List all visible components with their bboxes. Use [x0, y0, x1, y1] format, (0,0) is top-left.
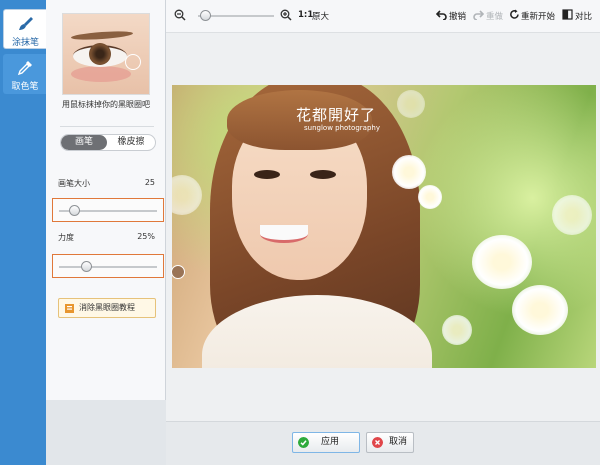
book-icon	[65, 304, 74, 313]
brush-cursor	[171, 265, 185, 279]
undo-icon[interactable]	[436, 9, 447, 20]
photo-smile	[260, 225, 308, 243]
close-icon	[372, 437, 383, 448]
tool-color-picker-label: 取色笔	[11, 82, 39, 92]
strength-slider-handle[interactable]	[80, 261, 92, 272]
zoom-slider-handle[interactable]	[200, 10, 211, 21]
tool-color-picker[interactable]: 取色笔	[3, 54, 47, 94]
redo-button[interactable]: 重做	[486, 10, 503, 22]
photo-left-eye	[254, 170, 280, 179]
preview-brush-cursor	[125, 54, 141, 70]
restart-button[interactable]: 重新开始	[521, 10, 555, 22]
eye-preview-image	[62, 13, 150, 95]
tool-smudge-brush-label: 涂抹笔	[11, 38, 39, 48]
flower	[397, 90, 425, 118]
tool-smudge-brush[interactable]: 涂抹笔	[3, 9, 47, 49]
brush-size-value: 25	[144, 178, 155, 187]
flower	[552, 195, 592, 235]
preview-dark-circle	[71, 66, 131, 82]
zoom-in-icon[interactable]	[280, 9, 292, 21]
brush-size-slider-handle[interactable]	[69, 205, 81, 216]
eyedropper-icon	[17, 61, 32, 76]
flower	[442, 315, 472, 345]
tutorial-button[interactable]: 消除黑眼圈教程	[58, 298, 156, 318]
brush-size-label: 画笔大小	[58, 179, 90, 188]
apply-button-label: 应用	[321, 437, 340, 447]
brush-icon	[18, 17, 33, 30]
cancel-button-label: 取消	[389, 437, 408, 447]
apply-button[interactable]: 应用	[292, 432, 360, 453]
actual-size-button[interactable]: 原大	[312, 10, 329, 22]
check-icon	[298, 437, 309, 448]
strength-label: 力度	[58, 233, 74, 242]
photo-watermark: 花都開好了	[296, 106, 377, 124]
brush-size-slider-box	[52, 198, 164, 222]
actual-size-prefix[interactable]: 1:1	[298, 10, 313, 20]
tutorial-button-label: 消除黑眼圈教程	[79, 303, 135, 312]
mode-eraser-button[interactable]: 橡皮擦	[107, 135, 155, 150]
zoom-out-icon[interactable]	[174, 9, 186, 21]
preview-iris	[89, 43, 111, 65]
preview-eyebrow	[70, 29, 134, 42]
flower	[418, 185, 442, 209]
flower	[512, 285, 568, 335]
mode-toggle: 画笔 橡皮擦	[60, 134, 156, 151]
flower	[392, 155, 426, 189]
flower	[472, 235, 532, 289]
photo-watermark-sub: sunglow photography	[304, 124, 380, 132]
compare-button[interactable]: 对比	[575, 10, 592, 22]
mode-brush-button[interactable]: 画笔	[61, 135, 107, 150]
undo-button[interactable]: 撤销	[449, 10, 466, 22]
strength-value: 25%	[137, 232, 155, 241]
options-panel: 用鼠标抹掉你的黑眼圈吧 画笔 橡皮擦 画笔大小 25 力度 25% 消除黑眼圈教…	[46, 0, 166, 465]
panel-footer-strip	[46, 400, 166, 465]
strength-slider-box	[52, 254, 164, 278]
restart-icon[interactable]	[509, 9, 520, 20]
strength-track[interactable]	[59, 266, 157, 268]
panel-divider	[60, 126, 154, 127]
top-toolbar: 1:1 原大 撤销 重做 重新开始 对比	[166, 0, 600, 33]
redo-icon[interactable]	[473, 9, 484, 20]
photo-canvas[interactable]	[172, 85, 596, 368]
compare-icon[interactable]	[562, 9, 573, 20]
cancel-button[interactable]: 取消	[366, 432, 414, 453]
photo-right-eye	[310, 170, 336, 179]
bokeh-light	[172, 175, 202, 215]
preview-caption: 用鼠标抹掉你的黑眼圈吧	[62, 100, 150, 109]
